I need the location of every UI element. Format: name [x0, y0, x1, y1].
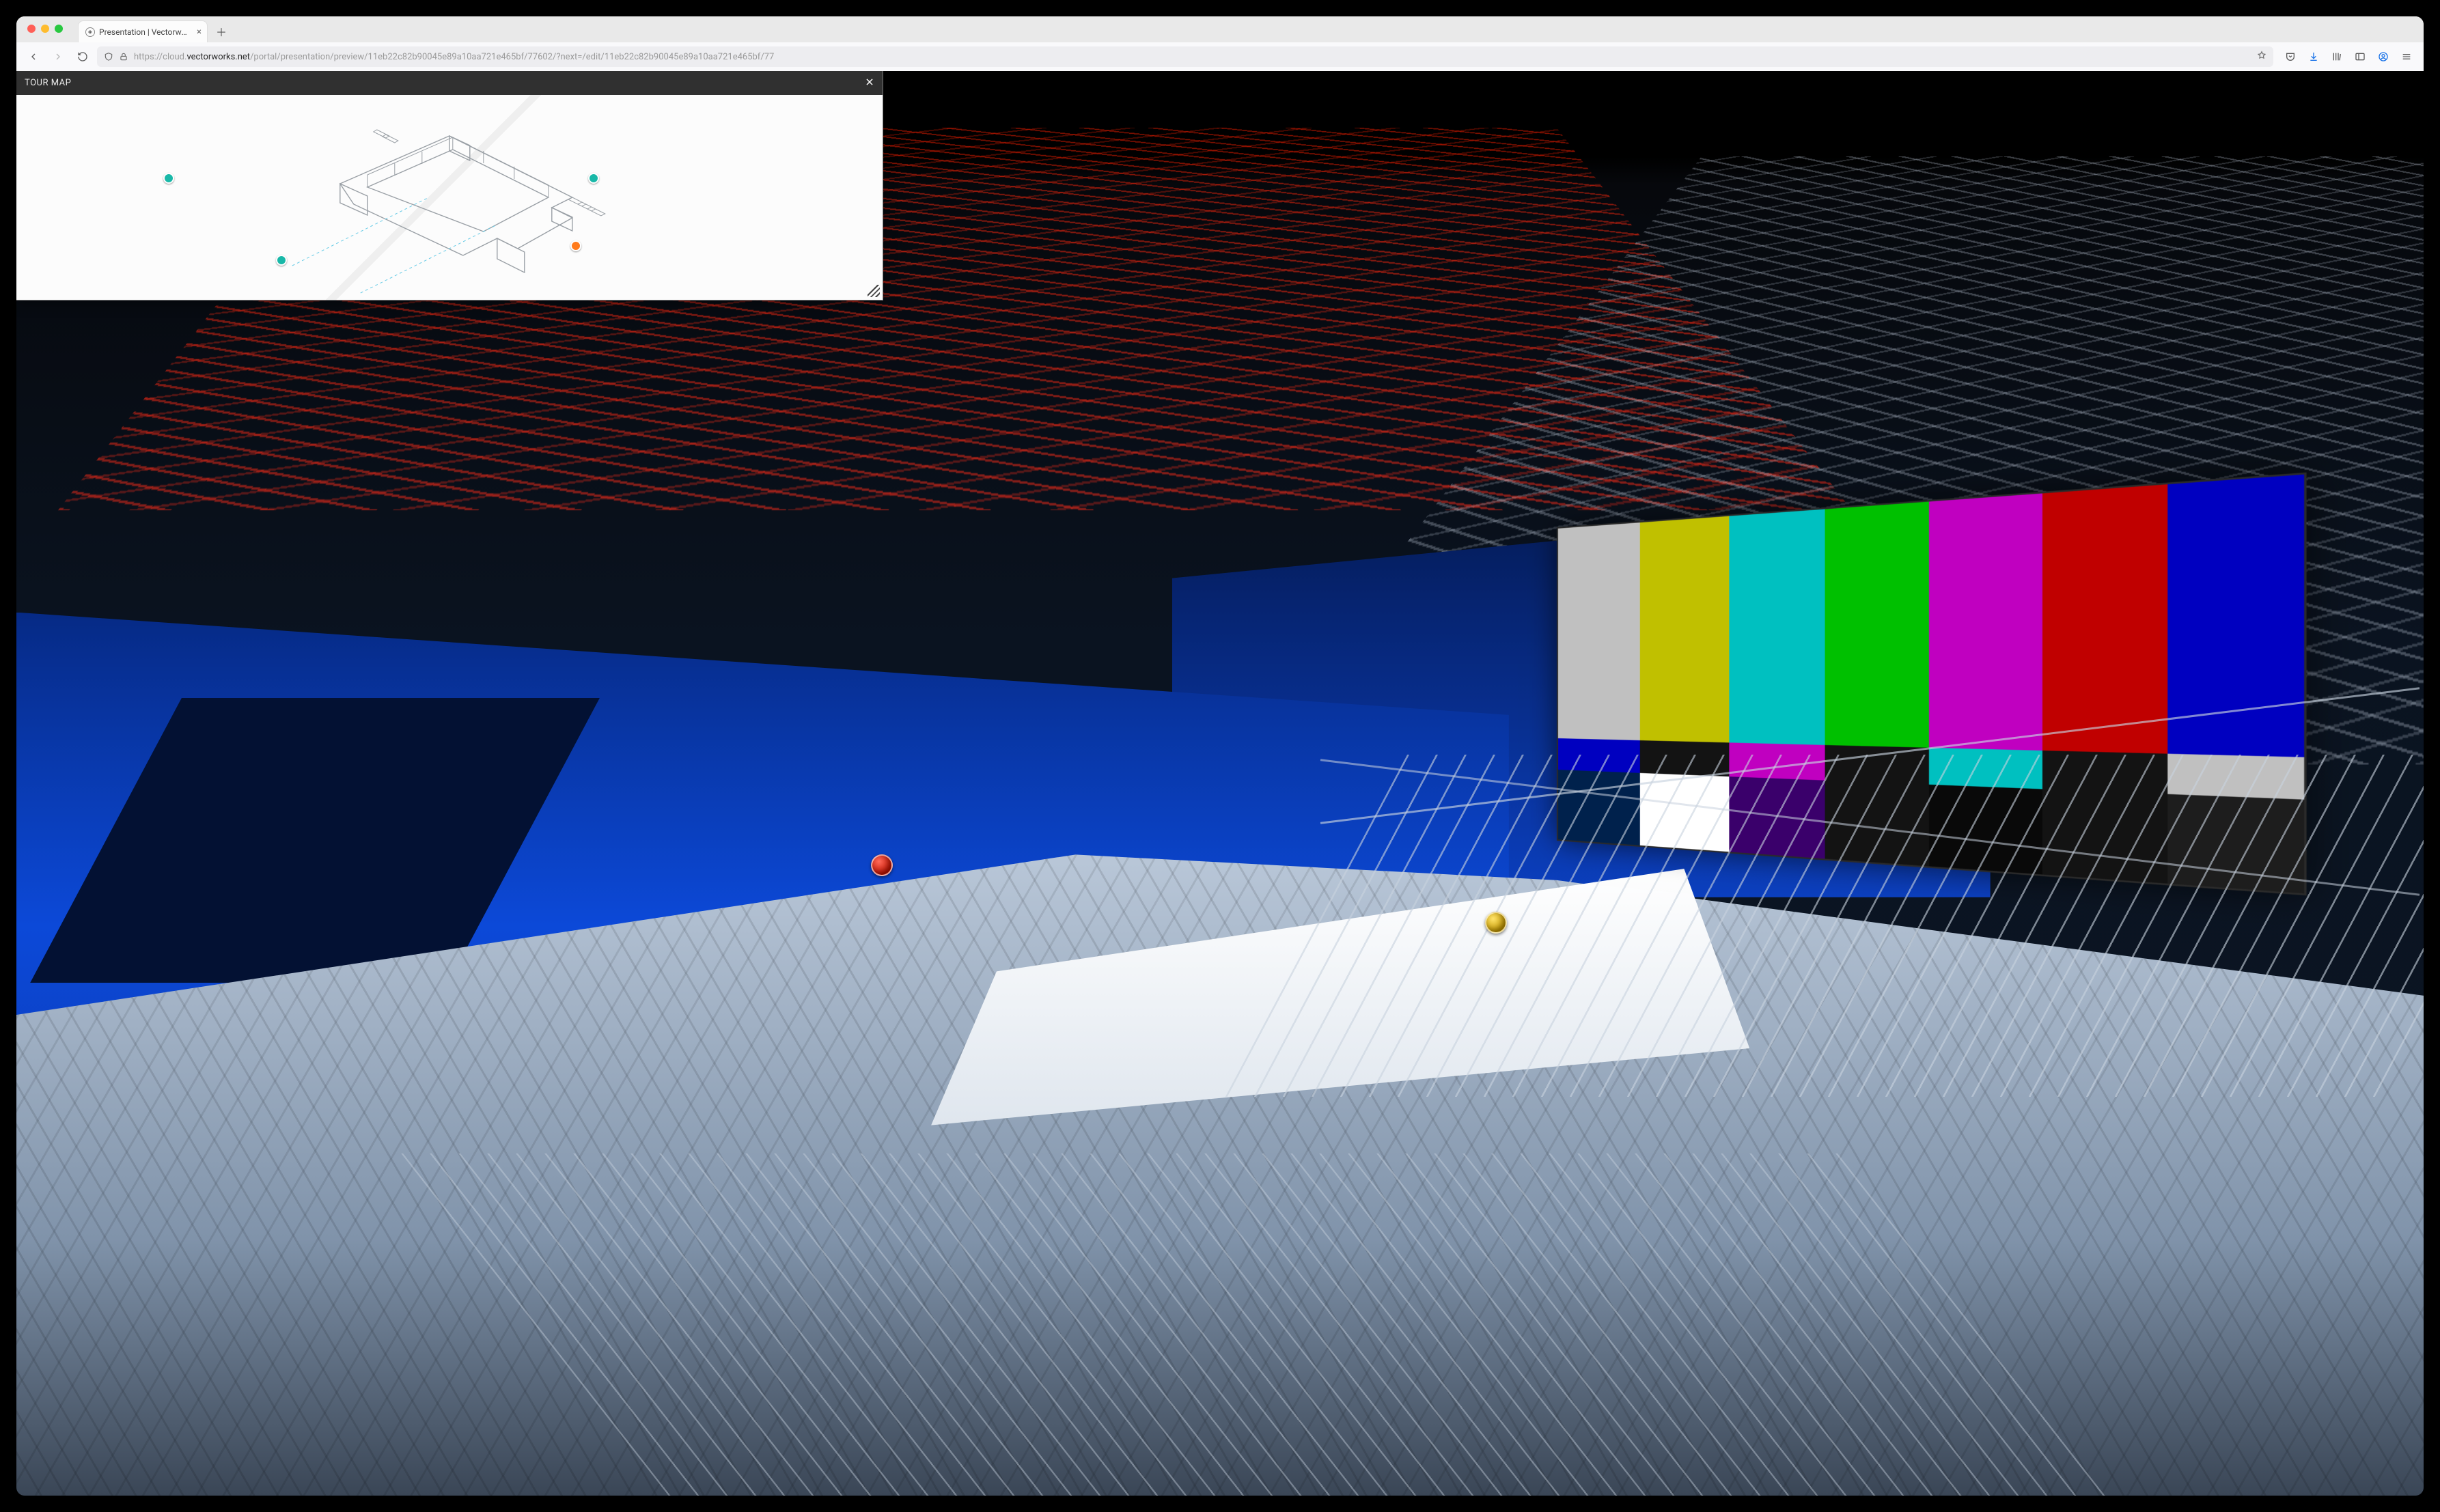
smpte-bar — [1558, 522, 1640, 740]
smpte-bar — [1825, 501, 1930, 747]
smpte-bar — [1825, 744, 1930, 784]
smpte-bar — [2167, 474, 2304, 757]
tour-map-panel: TOUR MAP — [16, 71, 883, 300]
window-frame: ◈ Presentation | Vectorworks Clou… × ＋ — [16, 16, 2424, 1496]
tracking-shield-icon[interactable] — [104, 52, 113, 61]
lock-icon[interactable] — [119, 52, 128, 61]
smpte-bar — [2167, 794, 2304, 893]
tour-map-resize-handle[interactable] — [868, 285, 880, 297]
new-tab-button[interactable]: ＋ — [212, 22, 231, 41]
smpte-bar — [1929, 493, 2042, 750]
tab-close-button[interactable]: × — [197, 27, 202, 37]
library-icon[interactable] — [2327, 46, 2347, 67]
downloads-icon[interactable] — [2303, 46, 2324, 67]
window-close-button[interactable] — [27, 25, 36, 33]
tour-map-wireframe — [16, 95, 883, 300]
app-menu-icon[interactable] — [2396, 46, 2417, 67]
account-icon[interactable] — [2373, 46, 2394, 67]
browser-tab-active[interactable]: ◈ Presentation | Vectorworks Clou… × — [78, 20, 208, 42]
smpte-bar — [1929, 747, 2042, 789]
tab-favicon-icon: ◈ — [85, 27, 95, 37]
tour-map-title: TOUR MAP — [25, 78, 71, 88]
url-text: https://cloud.vectorworks.net/portal/pre… — [134, 52, 2251, 62]
smpte-bar — [2043, 750, 2167, 794]
smpte-bar — [1929, 784, 2042, 874]
window-minimize-button[interactable] — [41, 25, 49, 33]
tab-strip: ◈ Presentation | Vectorworks Clou… × ＋ — [16, 16, 2424, 42]
window-zoom-button[interactable] — [55, 25, 63, 33]
tour-map-header[interactable]: TOUR MAP — [16, 71, 883, 95]
smpte-bar — [1729, 742, 1825, 780]
tour-map-body[interactable] — [16, 95, 883, 300]
smpte-bar — [2167, 753, 2304, 799]
scene-hotspot-yellow[interactable] — [1485, 912, 1507, 934]
tour-map-close-button[interactable] — [865, 76, 874, 89]
bookmark-star-icon[interactable] — [2257, 51, 2266, 63]
led-wall-smpte — [1557, 472, 2306, 895]
smpte-bar — [2043, 484, 2167, 753]
smpte-bar — [1640, 740, 1729, 776]
smpte-bar — [2043, 789, 2167, 884]
toolbar-right-icons — [2280, 46, 2417, 67]
smpte-bar — [1729, 776, 1825, 858]
browser-chrome: ◈ Presentation | Vectorworks Clou… × ＋ — [16, 16, 2424, 72]
smpte-bar — [1640, 772, 1729, 852]
url-bar[interactable]: https://cloud.vectorworks.net/portal/pre… — [97, 46, 2273, 67]
smpte-bar — [1640, 516, 1729, 742]
nav-back-button[interactable] — [23, 46, 44, 67]
smpte-bar — [1558, 769, 1640, 845]
smpte-bar — [1825, 780, 1930, 866]
smpte-bar — [1729, 509, 1825, 744]
reader-pocket-icon[interactable] — [2280, 46, 2301, 67]
sidebar-toggle-icon[interactable] — [2350, 46, 2370, 67]
nav-reload-button[interactable] — [72, 46, 93, 67]
presentation-viewport[interactable]: TOUR MAP — [16, 71, 2424, 1496]
nav-forward-button[interactable] — [48, 46, 68, 67]
window-controls — [27, 25, 63, 33]
smpte-bar — [1558, 738, 1640, 772]
browser-toolbar: https://cloud.vectorworks.net/portal/pre… — [16, 42, 2424, 71]
tab-title: Presentation | Vectorworks Clou… — [99, 27, 188, 37]
tour-map-hotspot[interactable] — [588, 173, 599, 184]
